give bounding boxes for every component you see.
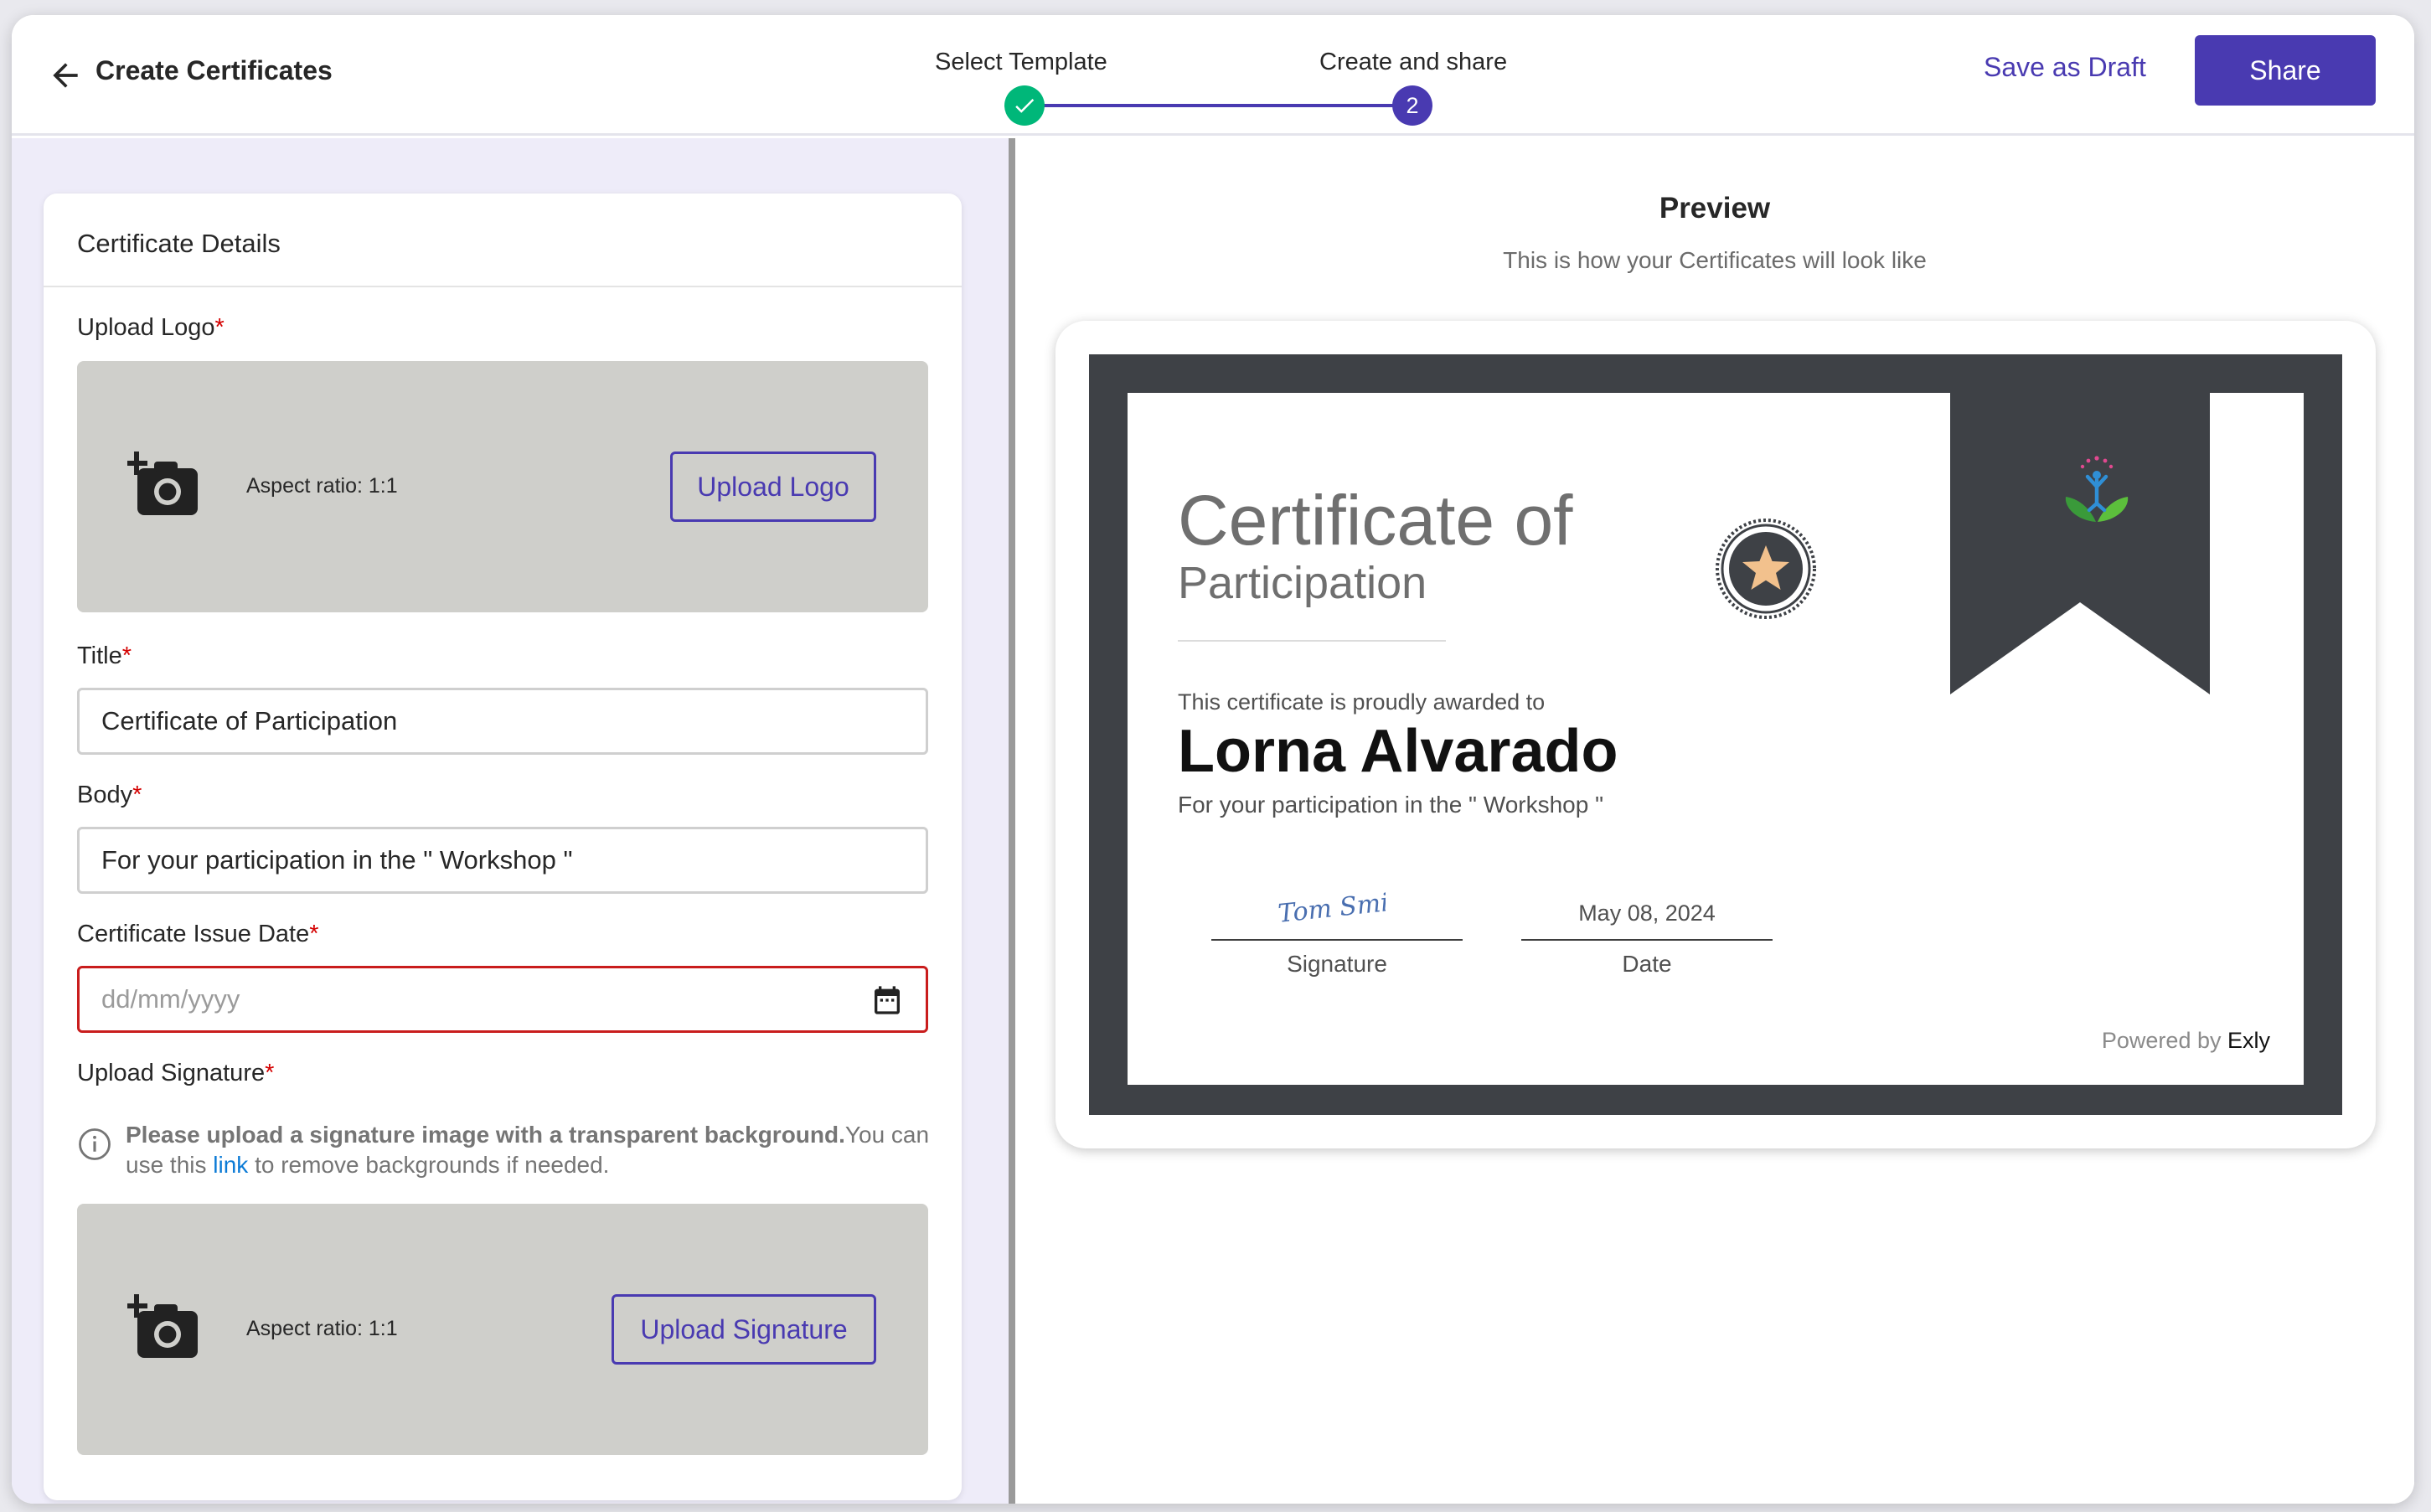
required-mark: * xyxy=(265,1060,275,1086)
issue-date-label: Certificate Issue Date* xyxy=(77,921,319,948)
certificate-recipient-name: Lorna Alvarado xyxy=(1178,718,1618,785)
signature-aspect-ratio: Aspect ratio: 1:1 xyxy=(246,1317,398,1340)
calendar-icon[interactable] xyxy=(870,983,904,1017)
preview-subtitle: This is how your Certificates will look … xyxy=(1503,247,1927,273)
issue-date-label-text: Certificate Issue Date xyxy=(77,921,310,947)
upload-signature-label-text: Upload Signature xyxy=(77,1060,266,1086)
body-input[interactable]: For your participation in the " Workshop… xyxy=(77,827,928,894)
body-label-text: Body xyxy=(77,782,133,808)
preview-title: Preview xyxy=(1659,192,1771,224)
certificate-title: Certificate of xyxy=(1178,481,1573,560)
upload-signature-button[interactable]: Upload Signature xyxy=(612,1294,876,1365)
info-icon xyxy=(79,1128,111,1160)
step-label-select-template: Select Template xyxy=(935,49,1107,75)
certificate-title-rule xyxy=(1178,640,1446,642)
form-panel: Certificate Details Upload Logo* Aspect … xyxy=(12,138,1009,1504)
progress-stepper: Select Template Create and share 2 xyxy=(916,34,1603,126)
panel-splitter[interactable] xyxy=(1009,138,1015,1504)
step-2-active[interactable]: 2 xyxy=(1392,85,1432,126)
logo-upload-area[interactable]: Aspect ratio: 1:1 Upload Logo xyxy=(77,361,928,612)
certificate-ribbon xyxy=(1950,393,2210,694)
signature-info-bold: Please upload a signature image with a t… xyxy=(126,1122,845,1148)
app-window: Create Certificates Select Template Crea… xyxy=(12,15,2414,1504)
logo-aspect-ratio: Aspect ratio: 1:1 xyxy=(246,474,398,498)
signature-info-text: Please upload a signature image with a t… xyxy=(126,1120,930,1180)
star-badge-icon xyxy=(1716,519,1816,619)
signature-info-post: to remove backgrounds if needed. xyxy=(248,1152,610,1178)
powered-by: Powered by Exly xyxy=(2102,1028,2270,1054)
share-button[interactable]: Share xyxy=(2195,35,2376,106)
signature-caption: Signature xyxy=(1287,951,1387,977)
camera-add-icon xyxy=(127,452,198,515)
required-mark: * xyxy=(214,314,225,341)
certificate-subtitle: Participation xyxy=(1178,558,1427,608)
check-icon xyxy=(1015,99,1035,113)
step-1-complete[interactable] xyxy=(1004,85,1045,126)
powered-by-text: Powered by xyxy=(2101,1028,2227,1053)
signature-image: Tom Smith xyxy=(1277,885,1386,929)
certificate-body: Certificate of Participation This certif… xyxy=(1128,393,2304,1085)
body-input-value: For your participation in the " Workshop… xyxy=(101,845,573,875)
issue-date-input[interactable]: dd/mm/yyyy xyxy=(77,966,928,1033)
body-label: Body* xyxy=(77,782,142,809)
date-line xyxy=(1521,939,1773,941)
upload-logo-label: Upload Logo* xyxy=(77,314,225,342)
yoga-logo-icon xyxy=(2065,456,2129,522)
signature-script: Tom Smith xyxy=(1277,885,1386,929)
title-input-value: Certificate of Participation xyxy=(101,706,398,735)
title-input[interactable]: Certificate of Participation xyxy=(77,688,928,755)
save-as-draft-button[interactable]: Save as Draft xyxy=(1984,52,2146,83)
signature-upload-area[interactable]: Aspect ratio: 1:1 Upload Signature xyxy=(77,1204,928,1455)
page-title: Create Certificates xyxy=(95,55,333,85)
signature-line xyxy=(1211,939,1463,941)
step-label-create-share: Create and share xyxy=(1319,49,1508,75)
upload-logo-button[interactable]: Upload Logo xyxy=(670,452,876,522)
stepper-connector xyxy=(1034,104,1424,107)
title-label-text: Title xyxy=(77,642,122,669)
brand-name: Exly xyxy=(2227,1028,2270,1053)
card-divider xyxy=(44,286,962,287)
date-caption: Date xyxy=(1622,951,1672,977)
certificate-date-value: May 08, 2024 xyxy=(1578,900,1716,926)
certificate-frame: Certificate of Participation This certif… xyxy=(1089,354,2342,1115)
card-title: Certificate Details xyxy=(77,229,281,258)
certificate-preview-card: Certificate of Participation This certif… xyxy=(1055,321,2376,1148)
certificate-body-text: For your participation in the " Workshop… xyxy=(1178,792,1604,818)
upload-logo-label-text: Upload Logo xyxy=(77,314,215,341)
preview-panel: Preview This is how your Certificates wi… xyxy=(1015,138,2414,1504)
top-header: Create Certificates Select Template Crea… xyxy=(12,15,2414,136)
required-mark: * xyxy=(132,782,142,808)
back-arrow-icon[interactable] xyxy=(47,57,84,94)
camera-add-icon xyxy=(127,1294,198,1358)
title-label: Title* xyxy=(77,642,132,670)
required-mark: * xyxy=(121,642,132,669)
required-mark: * xyxy=(309,921,319,947)
upload-signature-label: Upload Signature* xyxy=(77,1060,274,1087)
remove-background-link[interactable]: link xyxy=(213,1152,248,1178)
issue-date-placeholder: dd/mm/yyyy xyxy=(101,984,240,1014)
certificate-awarded-text: This certificate is proudly awarded to xyxy=(1178,689,1546,715)
certificate-details-card: Certificate Details Upload Logo* Aspect … xyxy=(44,194,962,1500)
